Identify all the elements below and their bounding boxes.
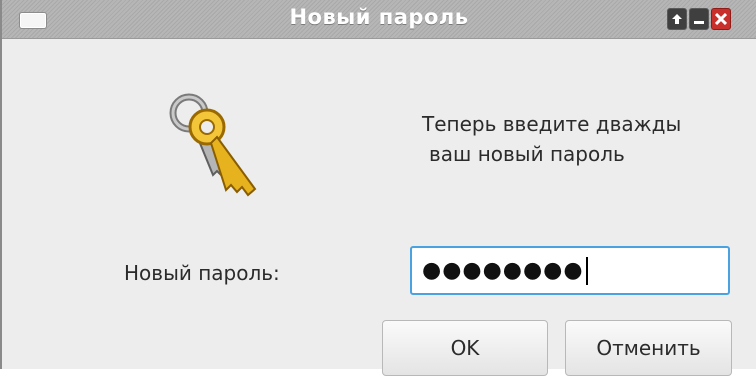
close-icon — [715, 13, 727, 25]
arrow-up-icon — [672, 14, 682, 24]
password-dialog-window: Новый пароль Теперь введите дважды ваш н… — [0, 0, 756, 376]
window-title: Новый пароль — [289, 5, 469, 29]
prompt-text: Теперь введите дважды ваш новый пароль — [422, 109, 681, 169]
new-password-label: Новый пароль: — [124, 261, 280, 285]
prompt-line-2: ваш новый пароль — [429, 142, 625, 166]
close-button[interactable] — [711, 8, 731, 30]
titlebar[interactable]: Новый пароль — [2, 0, 756, 39]
cancel-button[interactable]: Отменить — [565, 320, 732, 376]
minimize-button[interactable] — [689, 8, 709, 30]
text-caret — [585, 256, 588, 285]
new-password-input[interactable]: ●●●●●●●● — [410, 246, 730, 295]
keys-icon — [169, 93, 257, 197]
password-value: ●●●●●●●● — [422, 258, 584, 283]
dialog-content: Теперь введите дважды ваш новый пароль Н… — [2, 39, 756, 376]
ok-button[interactable]: OK — [382, 320, 548, 376]
minimize-icon — [694, 21, 704, 24]
prompt-line-1: Теперь введите дважды — [422, 112, 682, 136]
maximize-button[interactable] — [667, 8, 687, 30]
